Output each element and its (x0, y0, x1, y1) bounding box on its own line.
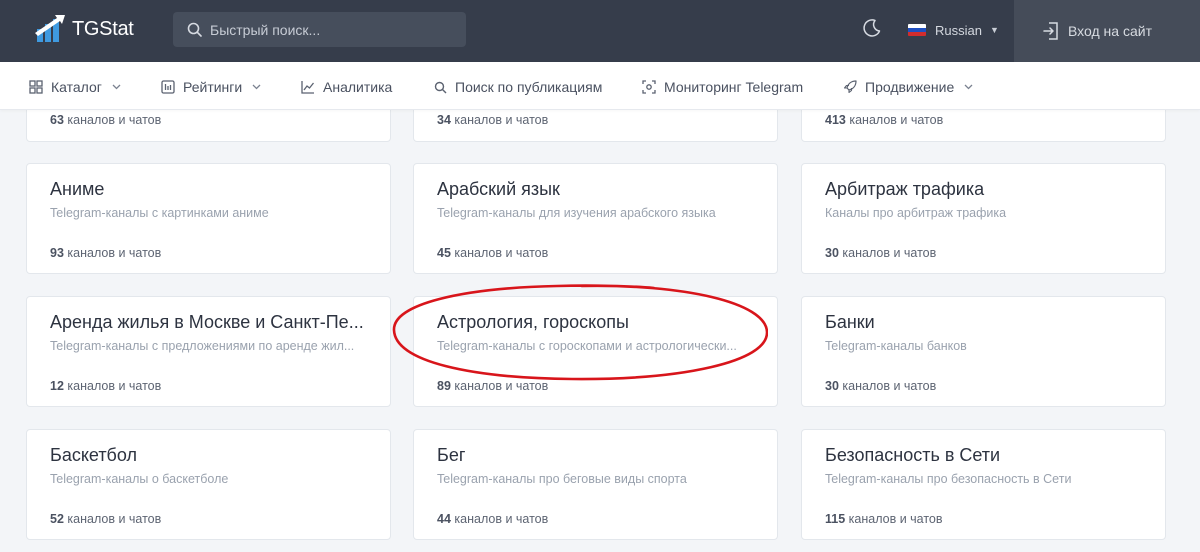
channel-count: 93 каналов и чатов (50, 246, 162, 260)
logo[interactable]: TGStat (35, 14, 134, 44)
category-card-web-security[interactable]: Безопасность в Сети Telegram-каналы про … (801, 429, 1166, 540)
nav-item-label: Аналитика (323, 79, 393, 95)
search-icon (434, 81, 447, 93)
rocket-icon (843, 80, 857, 94)
channel-count: 30 каналов и чатов (825, 379, 937, 393)
nav-item-post-search[interactable]: Поиск по публикациям (434, 78, 602, 96)
category-card-rental[interactable]: Аренда жилья в Москве и Санкт-Пе... Tele… (26, 296, 391, 407)
chevron-down-icon (252, 84, 261, 90)
category-card-arabic[interactable]: Арабский язык Telegram-каналы для изучен… (413, 163, 778, 274)
category-title: Бег (437, 445, 466, 465)
channel-count: 63 каналов и чатов (50, 113, 162, 127)
chart-icon (301, 81, 315, 94)
nav-item-label: Поиск по публикациям (455, 79, 603, 95)
grid-icon (29, 80, 43, 94)
category-card-astrology[interactable]: Астрология, гороскопы Telegram-каналы с … (413, 296, 778, 407)
category-title: Безопасность в Сети (825, 445, 1001, 465)
category-title: Астрология, гороскопы (437, 312, 629, 332)
category-card-banks[interactable]: Банки Telegram-каналы банков 30 каналов … (801, 296, 1166, 407)
language-selector[interactable]: Russian ▼ (908, 20, 999, 40)
channel-count: 12 каналов и чатов (50, 379, 162, 393)
channel-count: 89 каналов и чатов (437, 379, 549, 393)
channel-count: 30 каналов и чатов (825, 246, 937, 260)
russia-flag-icon (908, 24, 926, 36)
login-button[interactable]: Вход на сайт (1014, 0, 1200, 62)
channel-count: 52 каналов и чатов (50, 512, 162, 526)
login-icon (1043, 22, 1058, 40)
category-description: Telegram-каналы с картинками аниме (50, 206, 269, 220)
nav-item-label: Каталог (51, 79, 102, 95)
quick-search[interactable] (173, 12, 466, 47)
category-title: Банки (825, 312, 875, 332)
nav-item-catalog[interactable]: Каталог (29, 78, 129, 96)
tgstat-logo-icon (35, 15, 65, 42)
rating-icon (161, 80, 175, 94)
category-title: Баскетбол (50, 445, 137, 465)
category-description: Telegram-каналы с гороскопами и астролог… (437, 339, 737, 353)
search-input[interactable] (210, 21, 450, 38)
nav-item-ratings[interactable]: Рейтинги (161, 78, 269, 96)
chevron-down-icon (964, 84, 973, 90)
chevron-down-icon: ▼ (989, 25, 999, 35)
channel-count: 413 каналов и чатов (825, 113, 944, 127)
nav-item-monitoring[interactable]: Мониторинг Telegram (642, 78, 803, 96)
channel-count: 44 каналов и чатов (437, 512, 549, 526)
monitor-icon (642, 80, 656, 94)
top-bar: TGStat Russian ▼ Вход на сайт (0, 0, 1200, 62)
channel-count: 115 каналов и чатов (825, 512, 943, 526)
category-card-traffic-arbitrage[interactable]: Арбитраж трафика Каналы про арбитраж тра… (801, 163, 1166, 274)
category-description: Каналы про арбитраж трафика (825, 206, 1007, 220)
nav-item-label: Мониторинг Telegram (664, 79, 804, 95)
moon-icon (863, 19, 881, 37)
category-title: Арабский язык (437, 179, 560, 199)
category-card-anime[interactable]: Аниме Telegram-каналы с картинками аниме… (26, 163, 391, 274)
nav-item-analytics[interactable]: Аналитика (301, 78, 392, 96)
language-label: Russian (935, 22, 982, 38)
login-label: Вход на сайт (1068, 23, 1152, 39)
category-title: Аниме (50, 179, 105, 199)
category-title: Арбитраж трафика (825, 179, 985, 199)
category-description: Telegram-каналы о баскетболе (50, 472, 229, 486)
category-card-running[interactable]: Бег Telegram-каналы про беговые виды спо… (413, 429, 778, 540)
category-card-basketball[interactable]: Баскетбол Telegram-каналы о баскетболе 5… (26, 429, 391, 540)
nav-item-promotion[interactable]: Продвижение (843, 78, 981, 96)
main-nav: Каталог Рейтинги Аналитика Поиск по публ… (0, 62, 1200, 110)
channel-count: 34 каналов и чатов (437, 113, 549, 127)
category-description: Telegram-каналы банков (825, 339, 967, 353)
channel-count: 45 каналов и чатов (437, 246, 549, 260)
logo-text: TGStat (72, 17, 134, 40)
category-description: Telegram-каналы про беговые виды спорта (437, 472, 687, 486)
search-icon (187, 22, 202, 37)
category-description: Telegram-каналы про безопасность в Сети (825, 472, 1072, 486)
category-description: Telegram-каналы с предложениями по аренд… (50, 339, 355, 353)
category-title: Аренда жилья в Москве и Санкт-Пе... (50, 312, 364, 332)
theme-toggle[interactable] (862, 18, 882, 43)
nav-item-label: Продвижение (865, 79, 955, 95)
chevron-down-icon (112, 84, 121, 90)
category-description: Telegram-каналы для изучения арабского я… (437, 206, 716, 220)
nav-item-label: Рейтинги (183, 79, 243, 95)
